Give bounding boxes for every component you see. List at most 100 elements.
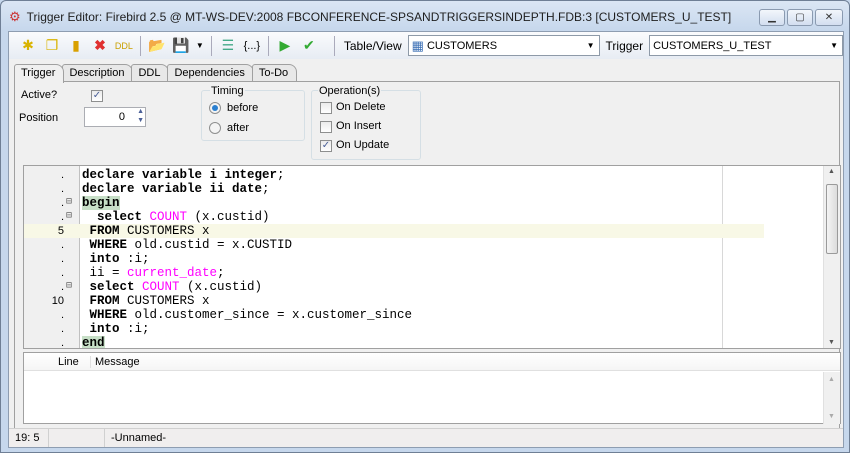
code-line[interactable]: 10 FROM CUSTOMERS x bbox=[24, 294, 764, 308]
code-token: ; bbox=[262, 182, 270, 196]
code-line[interactable]: . ⊟ select COUNT (x.custid) bbox=[24, 210, 764, 224]
code-text: FROM CUSTOMERS x bbox=[82, 294, 210, 308]
before-label: before bbox=[227, 102, 259, 114]
code-line[interactable]: . WHERE old.custid = x.CUSTID bbox=[24, 238, 764, 252]
code-line[interactable]: . into :i; bbox=[24, 322, 764, 336]
spin-up-icon[interactable]: ▲ bbox=[137, 108, 144, 115]
code-line[interactable]: . ⊟ select COUNT (x.custid) bbox=[24, 280, 764, 294]
code-token: (x.custid) bbox=[179, 280, 263, 294]
before-radio[interactable] bbox=[209, 102, 221, 114]
debug-icon[interactable]: ▶ bbox=[274, 35, 296, 57]
ddl-icon[interactable]: DDL bbox=[113, 35, 135, 57]
active-label: Active? bbox=[21, 89, 58, 101]
on-update-checkbox[interactable]: ✓ bbox=[320, 140, 332, 152]
line-number: . bbox=[60, 281, 64, 293]
code-token: declare variable i integer bbox=[82, 168, 278, 182]
position-label: Position bbox=[19, 112, 59, 124]
fold-toggle-icon[interactable]: ⊟ bbox=[66, 280, 72, 294]
code-token: ; bbox=[277, 168, 285, 182]
spin-down-icon[interactable]: ▼ bbox=[137, 117, 144, 124]
fold-toggle-icon[interactable]: ⊟ bbox=[66, 210, 72, 224]
code-token: WHERE bbox=[82, 238, 128, 252]
line-number: 10 bbox=[51, 295, 64, 307]
position-spinner[interactable]: 0 ▲ ▼ bbox=[84, 107, 146, 127]
code-text: begin bbox=[82, 196, 120, 210]
code-line[interactable]: 5 FROM CUSTOMERS x bbox=[24, 224, 764, 238]
compile-icon[interactable]: ▮ bbox=[65, 35, 87, 57]
check-icon[interactable]: ✔ bbox=[298, 35, 320, 57]
code-token: select bbox=[82, 280, 143, 294]
code-line[interactable]: . ii = current_date; bbox=[24, 266, 764, 280]
column-header-line[interactable]: Line bbox=[58, 356, 79, 368]
code-token: ii = bbox=[82, 266, 128, 280]
operations-label: Operation(s) bbox=[318, 85, 382, 97]
on-update-label: On Update bbox=[336, 139, 390, 151]
code-line[interactable]: . ⊟ begin bbox=[24, 196, 764, 210]
modified-indicator bbox=[49, 429, 105, 447]
on-delete-checkbox[interactable] bbox=[320, 102, 332, 114]
minimize-button[interactable]: ▁ bbox=[759, 9, 785, 26]
code-text: ii = current_date; bbox=[82, 266, 225, 280]
fold-toggle-icon[interactable]: ⊟ bbox=[66, 196, 72, 210]
chevron-down-icon: ▼ bbox=[830, 41, 838, 50]
format-icon[interactable]: ☰ bbox=[217, 35, 239, 57]
code-token: into bbox=[82, 252, 120, 266]
messages-scrollbar[interactable]: ▲ ▼ bbox=[823, 372, 840, 424]
code-token: old.custid = x.CUSTID bbox=[127, 238, 293, 252]
code-token: COUNT bbox=[142, 280, 180, 294]
tab-todo[interactable]: To-Do bbox=[251, 64, 298, 82]
code-text: end bbox=[82, 336, 105, 348]
on-insert-checkbox[interactable] bbox=[320, 121, 332, 133]
line-number: . bbox=[60, 239, 64, 251]
after-radio[interactable] bbox=[209, 122, 221, 134]
window-title: Trigger Editor: Firebird 2.5 @ MT-WS-DEV… bbox=[26, 10, 732, 24]
open-folder-icon[interactable]: 📂 bbox=[146, 35, 168, 57]
close-button[interactable]: ✕ bbox=[815, 9, 843, 26]
save-dropdown-icon[interactable]: ▼ bbox=[194, 35, 206, 57]
trigger-panel: Active? ✓ Position 0 ▲ ▼ Timing before a… bbox=[14, 81, 841, 445]
line-number: . bbox=[60, 197, 64, 209]
messages-list[interactable]: Line Message ▲ ▼ bbox=[23, 352, 841, 424]
on-delete-label: On Delete bbox=[336, 101, 386, 113]
tab-dependencies[interactable]: Dependencies bbox=[167, 64, 254, 82]
code-block-icon[interactable]: {...} bbox=[241, 35, 263, 57]
code-line[interactable]: . WHERE old.customer_since = x.customer_… bbox=[24, 308, 764, 322]
code-line[interactable]: . declare variable i integer; bbox=[24, 168, 764, 182]
save-icon[interactable]: 💾 bbox=[170, 35, 192, 57]
code-editor[interactable]: . declare variable i integer;. declare var… bbox=[23, 165, 841, 349]
trigger-editor-window: ⚙ Trigger Editor: Firebird 2.5 @ MT-WS-D… bbox=[0, 0, 850, 453]
duplicate-icon[interactable]: ❐ bbox=[41, 35, 63, 57]
trigger-label: Trigger bbox=[605, 38, 644, 53]
code-token: begin bbox=[82, 196, 120, 210]
code-token: ; bbox=[217, 266, 225, 280]
table-icon: ▦ bbox=[411, 37, 424, 53]
code-text: WHERE old.customer_since = x.customer_si… bbox=[82, 308, 413, 322]
trigger-select[interactable]: CUSTOMERS_U_TEST ▼ bbox=[649, 35, 843, 56]
new-trigger-icon[interactable]: ✱ bbox=[17, 35, 39, 57]
code-line[interactable]: . declare variable ii date; bbox=[24, 182, 764, 196]
tab-ddl[interactable]: DDL bbox=[131, 64, 170, 82]
line-number: . bbox=[60, 323, 64, 335]
line-number: . bbox=[60, 337, 64, 349]
maximize-button[interactable]: ▢ bbox=[787, 9, 813, 26]
editor-scrollbar[interactable]: ▲ ▼ bbox=[823, 166, 840, 348]
table-view-select[interactable]: ▦ CUSTOMERS ▼ bbox=[407, 35, 600, 56]
code-line[interactable]: . into :i; bbox=[24, 252, 764, 266]
table-view-value: CUSTOMERS bbox=[426, 39, 498, 52]
scroll-thumb[interactable] bbox=[826, 184, 838, 254]
tab-description[interactable]: Description bbox=[62, 64, 134, 82]
active-checkbox[interactable]: ✓ bbox=[91, 90, 103, 102]
line-number: . bbox=[60, 169, 64, 181]
table-view-label: Table/View bbox=[343, 38, 402, 53]
status-bar: 19: 5 -Unnamed- bbox=[9, 428, 843, 447]
tab-trigger[interactable]: Trigger bbox=[14, 64, 65, 83]
code-text: declare variable i integer; bbox=[82, 168, 285, 182]
code-token: :i; bbox=[119, 252, 150, 266]
code-token: CUSTOMERS x bbox=[119, 224, 210, 238]
delete-icon[interactable]: ✖ bbox=[89, 35, 111, 57]
line-number: . bbox=[60, 267, 64, 279]
code-token: declare variable ii date bbox=[82, 182, 263, 196]
code-line[interactable]: . end bbox=[24, 336, 764, 349]
line-number: . bbox=[60, 253, 64, 265]
column-header-message[interactable]: Message bbox=[90, 356, 140, 368]
